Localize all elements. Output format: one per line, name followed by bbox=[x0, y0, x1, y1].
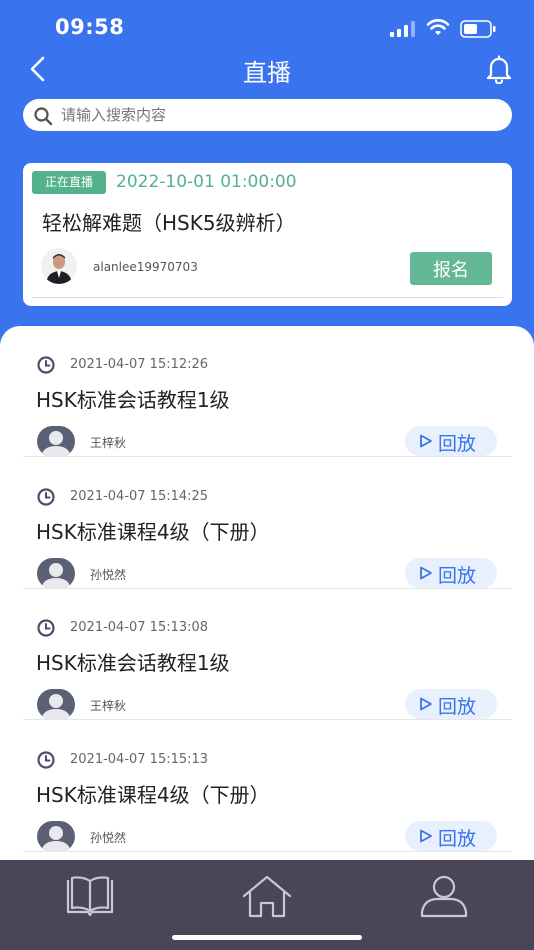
search-bar[interactable] bbox=[23, 99, 512, 131]
bell-icon[interactable] bbox=[484, 54, 514, 84]
item-username: 王梓秋 bbox=[90, 436, 127, 450]
avatar bbox=[37, 689, 75, 720]
battery-icon bbox=[460, 20, 496, 38]
clock-icon bbox=[37, 619, 55, 637]
user-icon[interactable] bbox=[416, 872, 472, 920]
item-username: 孙悦然 bbox=[90, 830, 127, 845]
playback-button[interactable]: 回放 bbox=[405, 820, 497, 851]
item-date: 2021-04-07 15:13:08 bbox=[70, 620, 209, 635]
item-title: HSK标准课程4级（下册） bbox=[36, 519, 270, 544]
page-title: 直播 bbox=[243, 59, 291, 87]
playback-button[interactable]: 回放 bbox=[405, 689, 497, 719]
playback-label: 回放 bbox=[438, 827, 477, 850]
playback-label: 回放 bbox=[438, 564, 477, 587]
live-badge: 正在直播 bbox=[32, 171, 106, 194]
host-avatar bbox=[41, 248, 77, 284]
playback-button[interactable]: 回放 bbox=[405, 557, 497, 588]
status-time: 09:58 bbox=[55, 15, 125, 39]
replay-list[interactable]: 2021-04-07 15:12:26 HSK标准会话教程1级 王梓秋 回放 2021-… bbox=[0, 326, 534, 860]
play-icon bbox=[420, 434, 432, 448]
live-title: 轻松解难题（HSK5级辨析） bbox=[42, 211, 296, 235]
item-date: 2021-04-07 15:14:25 bbox=[70, 488, 209, 504]
avatar bbox=[37, 426, 75, 457]
home-icon[interactable] bbox=[239, 872, 295, 920]
play-icon bbox=[420, 697, 432, 711]
item-title: HSK标准会话教程1级 bbox=[36, 388, 230, 412]
home-indicator bbox=[172, 935, 362, 940]
host-username: alanlee19970703 bbox=[93, 260, 198, 274]
item-username: 孙悦然 bbox=[90, 567, 127, 582]
live-card[interactable]: 正在直播 2022-10-01 01:00:00 轻松解难题（HSK5级辨析） … bbox=[23, 163, 512, 306]
search-input[interactable] bbox=[61, 99, 501, 131]
status-bar: 09:58 bbox=[0, 0, 534, 56]
clock-icon bbox=[37, 750, 55, 769]
playback-label: 回放 bbox=[438, 433, 477, 455]
signup-button[interactable]: 报名 bbox=[410, 252, 492, 285]
list-item[interactable]: 2021-04-07 15:14:25 HSK标准课程4级（下册） 孙悦然 回放 bbox=[23, 458, 511, 589]
item-username: 王梓秋 bbox=[90, 699, 127, 713]
live-datetime: 2022-10-01 01:00:00 bbox=[116, 172, 297, 192]
wifi-icon bbox=[426, 19, 450, 35]
card-divider bbox=[32, 297, 503, 298]
clock-icon bbox=[37, 356, 55, 374]
list-item[interactable]: 2021-04-07 15:12:26 HSK标准会话教程1级王梓秋 回放 bbox=[23, 326, 511, 457]
book-icon[interactable] bbox=[62, 872, 118, 920]
host-avatar-image bbox=[41, 248, 77, 284]
avatar bbox=[37, 820, 75, 852]
item-date: 2021-04-07 15:15:13 bbox=[70, 751, 209, 767]
list-item[interactable]: 2021-04-07 15:13:08 HSK标准会话教程1级王梓秋 回放 bbox=[23, 589, 511, 720]
search-icon bbox=[34, 107, 53, 126]
list-item[interactable]: 2021-04-07 15:15:13 HSK标准课程4级（下册） 孙悦然 回放 bbox=[23, 721, 511, 852]
play-icon bbox=[420, 566, 432, 579]
clock-icon bbox=[37, 487, 55, 506]
play-icon bbox=[420, 829, 432, 842]
item-divider bbox=[23, 850, 511, 852]
playback-label: 回放 bbox=[438, 696, 477, 718]
playback-button[interactable]: 回放 bbox=[405, 426, 497, 456]
item-title: HSK标准课程4级（下册） bbox=[36, 782, 270, 807]
item-title: HSK标准会话教程1级 bbox=[36, 651, 230, 675]
item-date: 2021-04-07 15:12:26 bbox=[70, 357, 209, 372]
avatar bbox=[37, 557, 75, 589]
signal-icon bbox=[390, 21, 415, 37]
